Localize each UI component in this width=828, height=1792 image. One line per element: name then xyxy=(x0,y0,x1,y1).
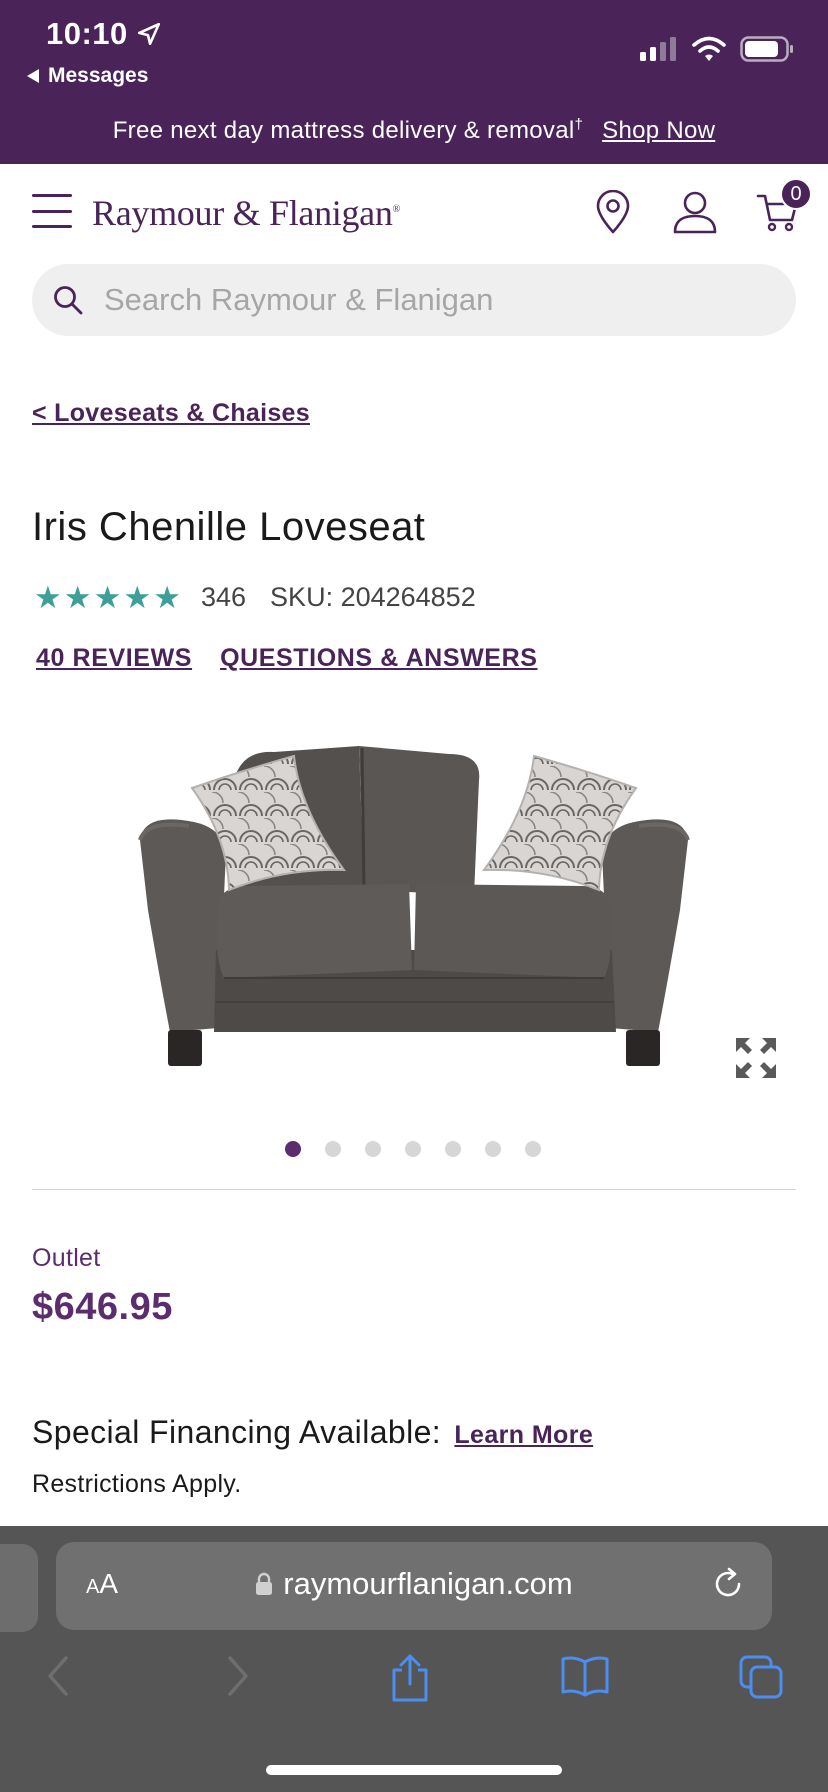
back-label: Messages xyxy=(48,64,149,87)
price-label: Outlet xyxy=(32,1244,101,1272)
star-icon: ★ xyxy=(123,580,152,615)
account-icon[interactable] xyxy=(672,190,718,234)
logo-text: Raymour & Flanigan xyxy=(92,193,393,233)
status-time: 10:10 xyxy=(46,16,162,52)
status-time-text: 10:10 xyxy=(46,16,128,51)
search-input[interactable] xyxy=(104,282,724,318)
image-carousel-dots xyxy=(285,1141,541,1157)
carousel-dot[interactable] xyxy=(445,1141,461,1157)
url-text: raymourflanigan.com xyxy=(283,1566,573,1601)
carousel-dot[interactable] xyxy=(525,1141,541,1157)
menu-line-icon xyxy=(32,194,72,197)
carousel-dot[interactable] xyxy=(365,1141,381,1157)
home-indicator[interactable] xyxy=(266,1765,562,1775)
financing-text: Special Financing Available: xyxy=(32,1414,442,1450)
star-icon: ★ xyxy=(34,580,62,615)
shop-now-link[interactable]: Shop Now xyxy=(602,117,715,144)
browser-toolbar: AA raymourflanigan.com xyxy=(0,1526,828,1792)
rating-count: 346 xyxy=(200,582,247,612)
reviews-link[interactable]: 40 REVIEWS xyxy=(36,644,192,673)
reload-icon[interactable] xyxy=(710,1566,746,1602)
site-logo[interactable]: Raymour & Flanigan® xyxy=(92,192,400,234)
breadcrumb[interactable]: < Loveseats & Chaises xyxy=(32,399,310,428)
promo-marker: † xyxy=(574,116,584,133)
menu-button[interactable] xyxy=(32,194,72,228)
back-to-messages[interactable]: Messages xyxy=(26,64,148,88)
expand-image-icon[interactable] xyxy=(734,1036,778,1080)
back-arrow-icon[interactable] xyxy=(44,1654,74,1698)
promo-text: Free next day mattress delivery & remova… xyxy=(112,117,575,144)
learn-more-link[interactable]: Learn More xyxy=(454,1421,593,1449)
carousel-dot[interactable] xyxy=(405,1141,421,1157)
carousel-dot[interactable] xyxy=(325,1141,341,1157)
bookmarks-icon[interactable] xyxy=(560,1654,610,1698)
wifi-icon xyxy=(692,36,726,61)
cellular-signal-icon xyxy=(640,37,676,61)
product-image[interactable] xyxy=(134,740,694,1092)
battery-icon xyxy=(740,36,793,62)
forward-arrow-icon[interactable] xyxy=(222,1654,252,1698)
star-icon: ★ xyxy=(93,580,122,615)
search-bar[interactable] xyxy=(32,264,796,336)
store-locator-icon[interactable] xyxy=(594,190,632,234)
star-icon: ★ xyxy=(63,580,92,615)
rating-row: ★ ★ ★ ★ ★ 346 SKU: 204264852 xyxy=(34,582,476,613)
promo-banner: Free next day mattress delivery & remova… xyxy=(0,116,828,145)
section-divider xyxy=(32,1189,796,1190)
logo-mark: ® xyxy=(392,204,401,215)
financing-row: Special Financing Available: Learn More xyxy=(32,1414,593,1451)
share-icon[interactable] xyxy=(388,1654,432,1704)
star-icon: ★ xyxy=(153,580,181,615)
carousel-dot[interactable] xyxy=(485,1141,501,1157)
search-icon xyxy=(54,286,83,315)
back-triangle-icon xyxy=(27,69,39,83)
address-bar[interactable]: AA raymourflanigan.com xyxy=(56,1542,772,1630)
carousel-dot[interactable] xyxy=(285,1141,301,1157)
rating-stars[interactable]: ★ ★ ★ ★ ★ xyxy=(34,582,181,613)
sku-label: SKU: 204264852 xyxy=(270,582,476,612)
status-indicators xyxy=(640,36,794,62)
questions-answers-link[interactable]: QUESTIONS & ANSWERS xyxy=(220,644,537,673)
location-arrow-icon xyxy=(137,22,160,46)
restrictions-text: Restrictions Apply. xyxy=(32,1470,242,1498)
site-header: Raymour & Flanigan® 0 xyxy=(0,164,828,264)
tabs-icon[interactable] xyxy=(738,1654,784,1700)
browser-nav-row xyxy=(0,1654,828,1714)
review-links: 40 REVIEWS QUESTIONS & ANSWERS xyxy=(36,644,538,673)
lock-icon xyxy=(256,1572,273,1595)
menu-line-icon xyxy=(32,225,72,228)
cart-count-badge: 0 xyxy=(780,178,812,210)
product-title: Iris Chenille Loveseat xyxy=(32,505,426,549)
previous-tab-preview[interactable] xyxy=(0,1544,38,1632)
product-price: $646.95 xyxy=(32,1286,173,1328)
url-display[interactable]: raymourflanigan.com xyxy=(56,1566,772,1602)
top-banner: 10:10 Messages Free next day mattress de… xyxy=(0,0,828,164)
menu-line-icon xyxy=(32,209,72,213)
